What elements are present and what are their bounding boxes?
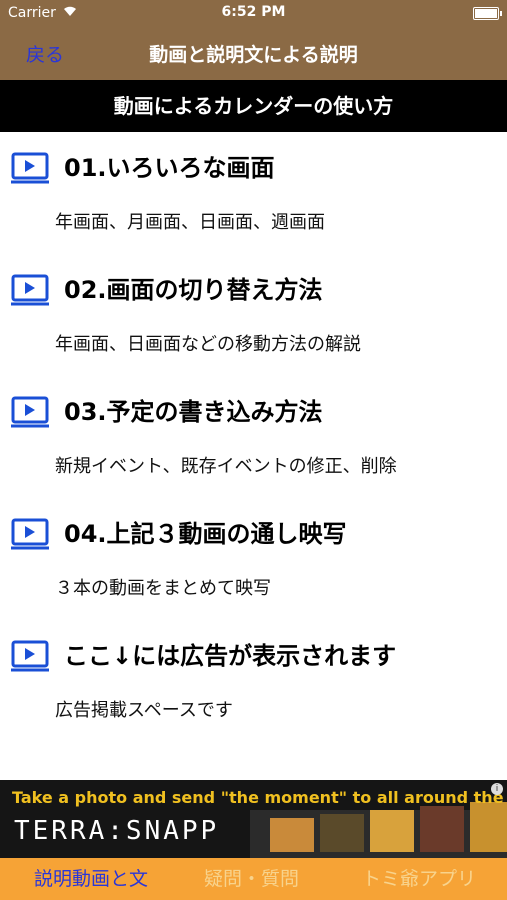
ad-banner[interactable]: Take a photo and send "the moment" to al…	[0, 780, 507, 858]
status-time: 6:52 PM	[221, 4, 286, 20]
video-title: 03.予定の書き込み方法	[64, 398, 323, 426]
video-list-item[interactable]: ここ↓には広告が表示されます広告掲載スペースです	[0, 620, 507, 742]
page-title: 動画と説明文による説明	[149, 44, 358, 66]
video-play-icon	[10, 640, 50, 672]
tab-bar: 説明動画と文 疑問・質問 トミ爺アプリ	[0, 858, 507, 900]
navigation-bar: Carrier 6:52 PM 戻る 動画と説明文による説明	[0, 0, 507, 80]
ad-tagline: Take a photo and send "the moment" to al…	[12, 788, 507, 807]
video-play-icon	[10, 274, 50, 306]
video-description: 年画面、月画面、日画面、週画面	[55, 212, 325, 233]
tab-tomi-apps[interactable]: トミ爺アプリ	[362, 864, 476, 891]
video-list-item[interactable]: 03.予定の書き込み方法新規イベント、既存イベントの修正、削除	[0, 376, 507, 498]
video-description: 年画面、日画面などの移動方法の解説	[55, 334, 361, 355]
tab-questions[interactable]: 疑問・質問	[204, 864, 299, 891]
video-play-icon	[10, 396, 50, 428]
video-list-item[interactable]: 01.いろいろな画面年画面、月画面、日画面、週画面	[0, 132, 507, 254]
ad-info-icon[interactable]: i	[491, 783, 503, 795]
video-title: 04.上記３動画の通し映写	[64, 520, 347, 548]
video-description: ３本の動画をまとめて映写	[55, 578, 271, 599]
video-play-icon	[10, 152, 50, 184]
video-list-item[interactable]: 02.画面の切り替え方法年画面、日画面などの移動方法の解説	[0, 254, 507, 376]
video-list-item[interactable]: 04.上記３動画の通し映写 ３本の動画をまとめて映写	[0, 498, 507, 620]
video-title: ここ↓には広告が表示されます	[64, 642, 397, 670]
video-play-icon	[10, 518, 50, 550]
section-header: 動画によるカレンダーの使い方	[0, 80, 507, 132]
battery-icon	[473, 7, 502, 20]
video-title: 01.いろいろな画面	[64, 154, 275, 182]
tab-video-explanation[interactable]: 説明動画と文	[34, 864, 148, 891]
video-description: 広告掲載スペースです	[55, 700, 233, 721]
video-description: 新規イベント、既存イベントの修正、削除	[55, 456, 397, 477]
video-title: 02.画面の切り替え方法	[64, 276, 323, 304]
status-bar: Carrier 6:52 PM	[0, 0, 507, 26]
ad-brand: TERRA:SNAPP	[14, 816, 220, 846]
